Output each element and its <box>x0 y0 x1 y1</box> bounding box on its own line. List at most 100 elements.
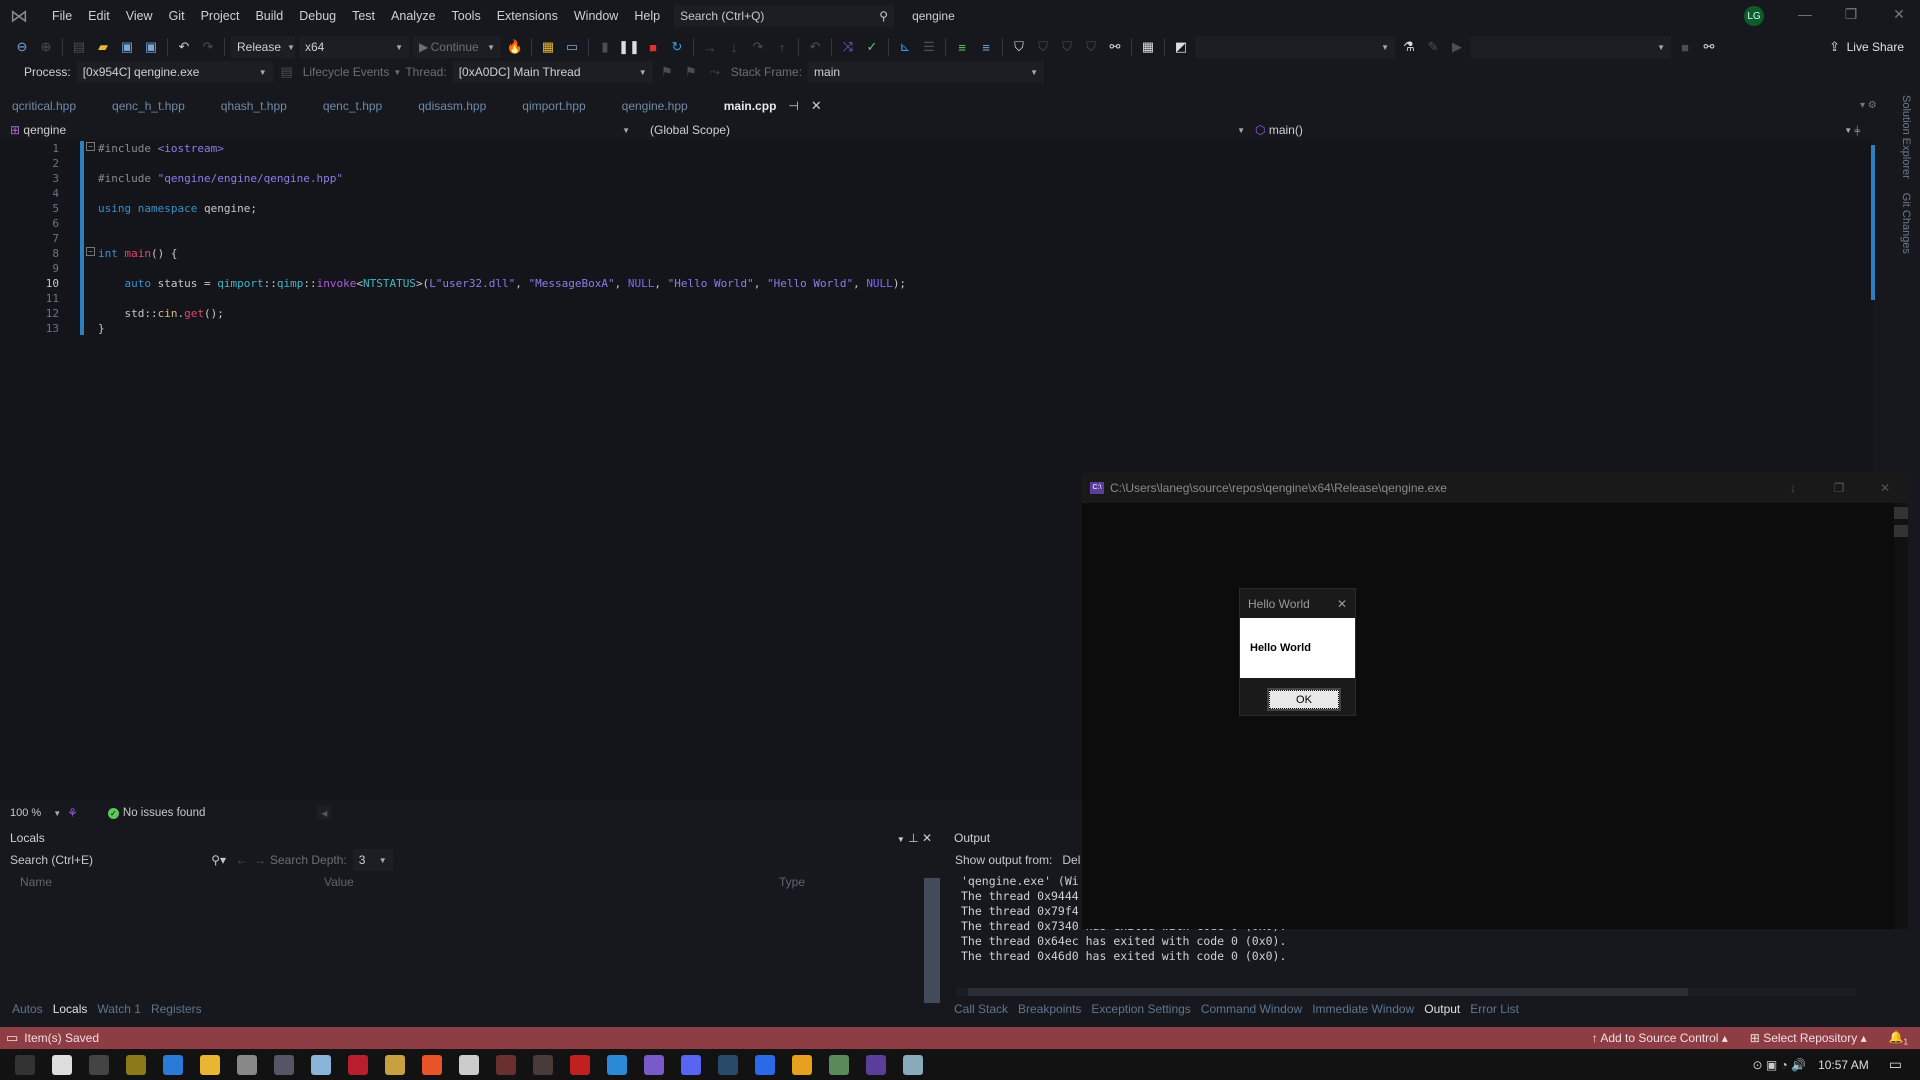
flag-icon[interactable]: ⚑ <box>657 62 677 82</box>
test-icon[interactable]: ⚗ <box>1399 37 1419 57</box>
firefox-icon[interactable] <box>755 1054 775 1075</box>
pencil-icon[interactable]: ✎ <box>1423 37 1443 57</box>
column-value[interactable]: Value <box>324 875 779 889</box>
active-window-icon[interactable] <box>903 1054 923 1075</box>
square-icon[interactable]: ■ <box>1675 37 1695 57</box>
flag-threads-icon[interactable]: ⚑ <box>681 62 701 82</box>
locals-scrollbar[interactable] <box>924 878 940 1003</box>
column-name[interactable]: Name <box>20 875 324 889</box>
git-icon[interactable]: ⚯ <box>1105 37 1125 57</box>
column-type[interactable]: Type <box>779 875 805 889</box>
select-repository-button[interactable]: ⊞ Select Repository ▴ <box>1750 1031 1867 1045</box>
tab-exception-settings[interactable]: Exception Settings <box>1091 1002 1190 1016</box>
process-dropdown[interactable]: [0x954C] qengine.exe ▼ <box>76 61 273 83</box>
tab-options-icon[interactable]: ▾ ⚙ <box>1860 100 1877 111</box>
tab-qcritical-hpp[interactable]: qcritical.hpp <box>0 95 100 117</box>
show-next-statement-icon[interactable]: → <box>700 37 720 57</box>
burp-icon[interactable] <box>422 1054 442 1075</box>
step-back-icon[interactable]: ↶ <box>805 37 825 57</box>
back-icon[interactable]: ⊖ <box>12 37 32 57</box>
stop-icon[interactable]: ■ <box>643 37 663 57</box>
lifecycle-events-button[interactable]: Lifecycle Events <box>303 65 390 79</box>
red-app-icon[interactable] <box>570 1054 590 1075</box>
pause-icon[interactable]: ❚❚ <box>618 37 640 57</box>
menu-help[interactable]: Help <box>626 9 668 23</box>
clear-bookmarks-icon[interactable]: ⛉ <box>1081 37 1101 57</box>
continue-button[interactable]: ▶ Continue ▼ <box>413 36 501 58</box>
pin-tab-icon[interactable]: ⊣ <box>788 99 798 113</box>
m-app-icon[interactable] <box>126 1054 146 1075</box>
menu-project[interactable]: Project <box>193 9 248 23</box>
vscode-icon[interactable] <box>607 1054 627 1075</box>
tab-qimport-hpp[interactable]: qimport.hpp <box>510 95 609 117</box>
code-line[interactable]: std::cin.get(); <box>98 306 223 321</box>
ok-button[interactable]: OK <box>1267 688 1341 711</box>
tab-main-cpp[interactable]: main.cpp ⊣ ✕ <box>711 95 846 117</box>
breakpoints-icon[interactable]: ⤨ <box>838 37 858 57</box>
tab-locals[interactable]: Locals <box>53 1002 88 1016</box>
window-icon[interactable]: ▭ <box>562 37 582 57</box>
tab-qdisasm-hpp[interactable]: qdisasm.hpp <box>406 95 510 117</box>
attach-icon[interactable]: ◩ <box>1171 37 1191 57</box>
restore-icon[interactable]: ❐ <box>1836 6 1866 23</box>
menu-extensions[interactable]: Extensions <box>489 9 566 23</box>
search-forward-icon[interactable]: → <box>254 853 266 867</box>
t-app-icon[interactable] <box>348 1054 368 1075</box>
member-dropdown[interactable]: ⬡ main() ▼ ╪ <box>1245 123 1860 137</box>
s-app-icon[interactable] <box>533 1054 553 1075</box>
console-icon[interactable] <box>866 1054 886 1075</box>
project-dropdown[interactable]: ⊞ qengine ▼ <box>0 123 630 137</box>
tab-call-stack[interactable]: Call Stack <box>954 1002 1008 1016</box>
tab-registers[interactable]: Registers <box>151 1002 202 1016</box>
thread-dropdown[interactable]: [0xA0DC] Main Thread ▼ <box>452 61 653 83</box>
fold-icon[interactable]: − <box>86 247 95 256</box>
new-project-icon[interactable]: ▤ <box>69 37 89 57</box>
comment-icon[interactable]: ≡ <box>952 37 972 57</box>
layout-icon[interactable]: ⚯ <box>1699 37 1719 57</box>
undo-icon[interactable]: ↶ <box>174 37 194 57</box>
platform-dropdown[interactable]: x64 ▼ <box>299 36 409 58</box>
pin-icon[interactable]: ⊥ <box>908 831 918 845</box>
git-changes-tab[interactable]: Git Changes <box>1900 193 1912 254</box>
zoom-dropdown-icon[interactable]: ▼ <box>53 809 61 818</box>
editor-scrollbar[interactable] <box>1871 145 1875 300</box>
search-input[interactable]: Search (Ctrl+Q) ⚲ <box>674 5 895 27</box>
prev-bookmark-icon[interactable]: ⛉ <box>1033 37 1053 57</box>
task-monitor-icon[interactable] <box>237 1054 257 1075</box>
close-icon[interactable]: ✕ <box>1884 6 1914 23</box>
outdent-icon[interactable]: ☰ <box>919 37 939 57</box>
menu-build[interactable]: Build <box>247 9 291 23</box>
clock[interactable]: 10:57 AM <box>1818 1058 1869 1072</box>
hxd-icon[interactable] <box>385 1054 405 1075</box>
code-line[interactable]: #include "qengine/engine/qengine.hpp" <box>98 171 343 186</box>
source-control-button[interactable]: ↑ Add to Source Control ▴ <box>1592 1031 1728 1045</box>
console-title-bar[interactable]: C:\ C:\Users\laneg\source\repos\qengine\… <box>1082 473 1908 503</box>
configuration-dropdown[interactable]: Release ▼ <box>231 36 295 58</box>
chrome-icon[interactable] <box>792 1054 812 1075</box>
action-center-icon[interactable]: ▭ <box>1889 1056 1902 1073</box>
console-close-icon[interactable]: ✕ <box>1862 481 1908 495</box>
tab-command-window[interactable]: Command Window <box>1201 1002 1302 1016</box>
output-source-dropdown[interactable]: Del <box>1062 853 1080 867</box>
avatar[interactable]: LG <box>1744 6 1764 26</box>
next-bookmark-icon[interactable]: ⛉ <box>1057 37 1077 57</box>
scope-dropdown[interactable]: (Global Scope) ▼ <box>630 123 1245 137</box>
scroll-left-icon[interactable]: ◂ <box>317 806 332 820</box>
solution-explorer-tab[interactable]: Solution Explorer <box>1900 95 1912 179</box>
file-explorer-icon[interactable] <box>200 1054 220 1075</box>
tab-qhash-t-hpp[interactable]: qhash_t.hpp <box>209 95 311 117</box>
stack-frame-dropdown[interactable]: main ▼ <box>808 61 1045 83</box>
menu-debug[interactable]: Debug <box>291 9 344 23</box>
tray-icons[interactable]: ⊙ ▣ ◔ 🔊 <box>1752 1058 1806 1072</box>
code-line[interactable]: } <box>98 321 105 336</box>
tab-error-list[interactable]: Error List <box>1470 1002 1519 1016</box>
search-depth-dropdown[interactable]: 3 ▼ <box>352 849 393 871</box>
code-line[interactable]: using namespace qengine; <box>98 201 257 216</box>
code-line[interactable]: auto status = qimport::qimp::invoke<NTST… <box>98 276 906 291</box>
notepad-icon[interactable] <box>311 1054 331 1075</box>
menu-tools[interactable]: Tools <box>444 9 489 23</box>
menu-edit[interactable]: Edit <box>80 9 118 23</box>
output-hscrollbar[interactable] <box>956 988 1856 996</box>
uncomment-icon[interactable]: ≡ <box>976 37 996 57</box>
play-icon[interactable]: ▶ <box>1447 37 1467 57</box>
